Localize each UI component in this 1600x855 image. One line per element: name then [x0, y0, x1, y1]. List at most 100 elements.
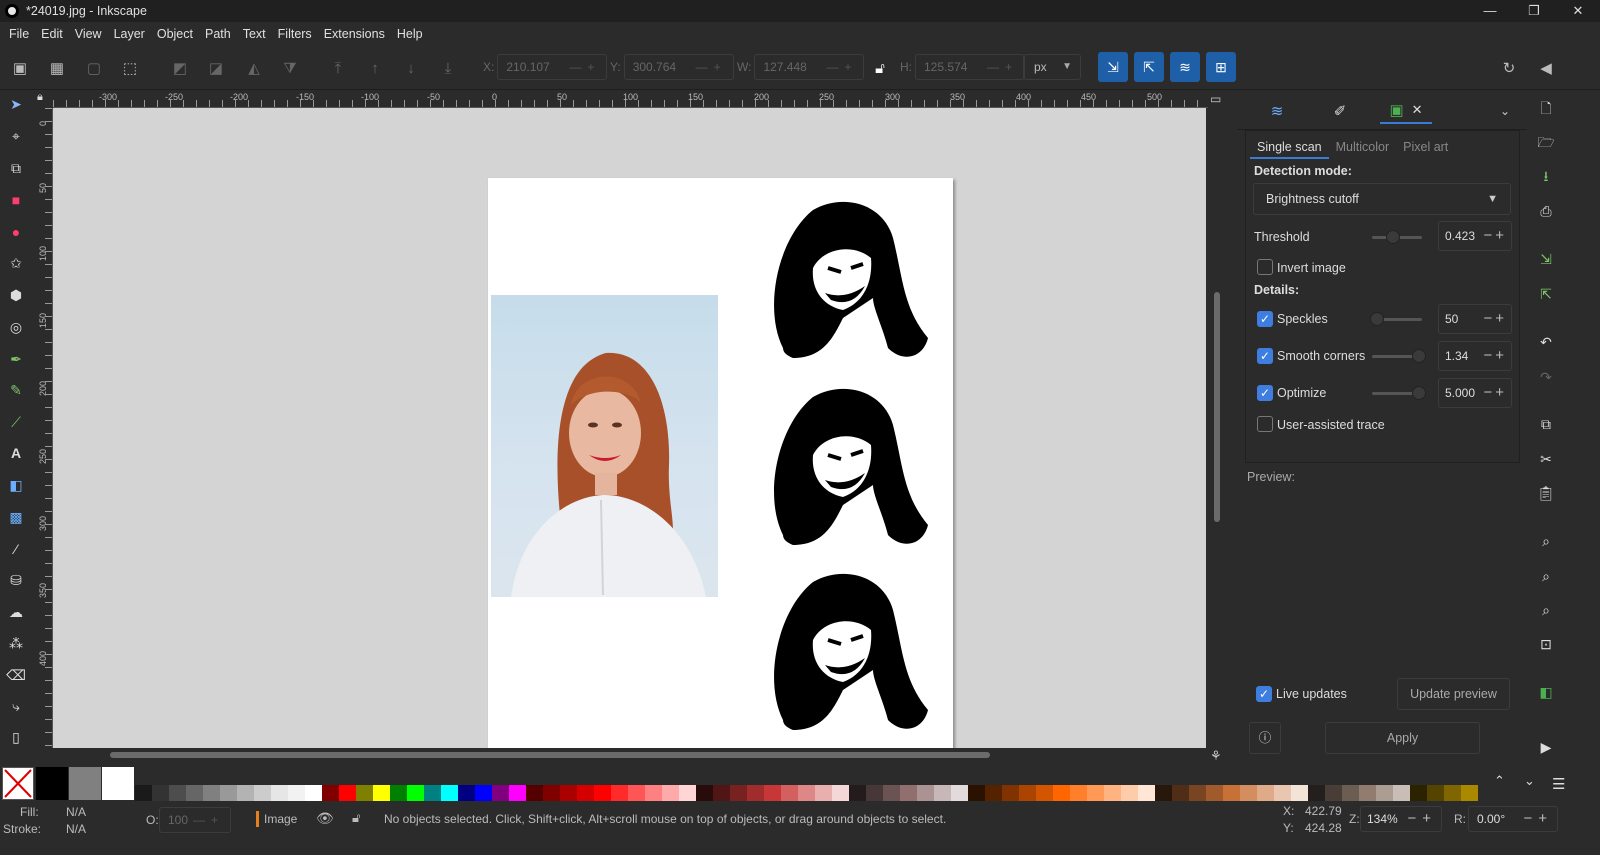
smooth-corners-slider[interactable] — [1372, 349, 1426, 363]
color-swatch[interactable] — [441, 785, 458, 801]
move-patterns-button[interactable]: ⊞ — [1206, 52, 1236, 82]
color-swatch[interactable] — [679, 785, 696, 801]
mesh-tool-icon[interactable]: ▩ — [4, 505, 28, 529]
smooth-corners-stepper[interactable]: −+ — [1483, 342, 1507, 370]
color-swatch[interactable] — [917, 785, 934, 801]
h-stepper[interactable]: —+ — [987, 55, 1018, 79]
layer-lock-icon[interactable]: 🔓︎ — [352, 810, 360, 826]
menu-view[interactable]: View — [69, 27, 108, 41]
menu-file[interactable]: File — [3, 27, 35, 41]
color-swatch[interactable] — [543, 785, 560, 801]
color-swatch[interactable] — [237, 785, 254, 801]
traced-image-3[interactable] — [753, 570, 933, 740]
color-swatch[interactable] — [1206, 785, 1223, 801]
apply-button[interactable]: Apply — [1325, 722, 1480, 754]
menu-object[interactable]: Object — [151, 27, 199, 41]
menu-filters[interactable]: Filters — [272, 27, 318, 41]
unit-select[interactable]: px ▼ — [1023, 54, 1081, 80]
color-swatch[interactable] — [152, 785, 169, 801]
color-swatch[interactable] — [458, 785, 475, 801]
color-swatch[interactable] — [798, 785, 815, 801]
layer-visibility-icon[interactable]: 👁︎ — [316, 810, 334, 827]
canvas[interactable] — [53, 108, 1206, 748]
color-manage-icon[interactable]: ⚘ — [1210, 748, 1222, 764]
palette-scroll-down-icon[interactable]: ⌄ — [1524, 773, 1535, 789]
color-swatch[interactable] — [1461, 785, 1478, 801]
invert-image-checkbox[interactable] — [1257, 259, 1273, 275]
optimize-checkbox[interactable]: ✓ — [1257, 385, 1273, 401]
fill-stroke-tab-icon[interactable]: ✐ — [1320, 98, 1360, 124]
optimize-spinbox[interactable]: 5.000 −+ — [1438, 378, 1512, 408]
duplicate-icon[interactable]: ◧ — [1534, 680, 1558, 704]
color-swatch[interactable] — [492, 785, 509, 801]
color-swatch[interactable] — [169, 785, 186, 801]
ellipse-tool-icon[interactable]: ● — [4, 220, 28, 244]
dropper-tool-icon[interactable]: ⁄ — [4, 537, 28, 561]
color-swatch[interactable] — [645, 785, 662, 801]
color-swatch[interactable] — [1138, 785, 1155, 801]
dock-menu-chevron-icon[interactable]: ⌄ — [1485, 98, 1525, 124]
spray-tool-icon[interactable]: ⁂ — [4, 631, 28, 655]
zoom-page-icon[interactable]: ⌕ — [1534, 598, 1558, 622]
redo-icon[interactable]: ↷ — [1534, 365, 1558, 389]
color-swatch[interactable] — [696, 785, 713, 801]
spiral-tool-icon[interactable]: ◎ — [4, 315, 28, 339]
color-swatch[interactable] — [1376, 785, 1393, 801]
color-swatch[interactable] — [220, 785, 237, 801]
x-input[interactable]: 210.107 —+ — [497, 54, 608, 80]
document-page[interactable] — [488, 178, 953, 748]
lower-to-bottom-icon[interactable]: ⤓ — [436, 56, 460, 80]
cut-icon[interactable]: ✂ — [1534, 447, 1558, 471]
connector-tool-icon[interactable]: ⤷ — [4, 694, 28, 718]
threshold-stepper[interactable]: −+ — [1483, 222, 1507, 250]
pages-tool-icon[interactable]: ▯ — [4, 725, 28, 749]
close-tab-icon[interactable]: ✕ — [1412, 102, 1423, 118]
open-file-icon[interactable]: 🗁 — [1534, 132, 1558, 156]
color-swatch[interactable] — [509, 785, 526, 801]
color-swatch[interactable] — [594, 785, 611, 801]
color-swatch[interactable] — [662, 785, 679, 801]
color-swatch[interactable] — [356, 785, 373, 801]
horizontal-scrollbar[interactable] — [110, 752, 990, 758]
color-swatch[interactable] — [866, 785, 883, 801]
rotation-input[interactable]: 0.00° −+ — [1468, 806, 1558, 832]
color-swatch[interactable] — [1002, 785, 1019, 801]
color-swatch[interactable] — [305, 785, 322, 801]
detection-mode-select[interactable]: Brightness cutoff ▼ — [1253, 183, 1511, 215]
snap-toggle-icon[interactable]: ↻ — [1497, 56, 1521, 80]
color-swatch[interactable] — [985, 785, 1002, 801]
eraser-tool-icon[interactable]: ⌫ — [4, 663, 28, 687]
update-preview-button[interactable]: Update preview — [1397, 678, 1510, 710]
collapse-toolbar-icon[interactable]: ◀ — [1534, 56, 1558, 80]
gradient-tool-icon[interactable]: ◧ — [4, 473, 28, 497]
color-swatch[interactable] — [390, 785, 407, 801]
color-swatch[interactable] — [1359, 785, 1376, 801]
color-swatch[interactable] — [1121, 785, 1138, 801]
undo-icon[interactable]: ↶ — [1534, 330, 1558, 354]
color-swatch[interactable] — [730, 785, 747, 801]
color-swatch[interactable] — [526, 785, 543, 801]
new-document-icon[interactable]: 🗋 — [1534, 98, 1558, 122]
color-swatch[interactable] — [1427, 785, 1444, 801]
pen-tool-icon[interactable]: ✒ — [4, 347, 28, 371]
scale-corners-button[interactable]: ⇱ — [1134, 52, 1164, 82]
rotation-stepper[interactable]: −+ — [1523, 807, 1553, 831]
opacity-input[interactable]: 100 —+ — [159, 807, 231, 833]
color-swatch[interactable] — [577, 785, 594, 801]
color-swatch[interactable] — [1325, 785, 1342, 801]
minimize-button[interactable]: — — [1468, 0, 1512, 22]
color-swatch[interactable] — [849, 785, 866, 801]
smooth-corners-checkbox[interactable]: ✓ — [1257, 348, 1273, 364]
tab-pixel-art[interactable]: Pixel art — [1396, 137, 1455, 159]
select-all-layers-icon[interactable]: ▦ — [45, 56, 69, 80]
color-swatch[interactable] — [951, 785, 968, 801]
lock-guides-icon[interactable]: 🔒︎ — [37, 91, 51, 107]
calligraphy-tool-icon[interactable]: ⟋ — [4, 410, 28, 434]
traced-image-1[interactable] — [753, 198, 933, 368]
color-swatch[interactable] — [424, 785, 441, 801]
color-swatch[interactable] — [1019, 785, 1036, 801]
color-swatch[interactable] — [1257, 785, 1274, 801]
color-swatch[interactable] — [713, 785, 730, 801]
tab-multicolor[interactable]: Multicolor — [1329, 137, 1397, 159]
pencil-tool-icon[interactable]: ✎ — [4, 378, 28, 402]
